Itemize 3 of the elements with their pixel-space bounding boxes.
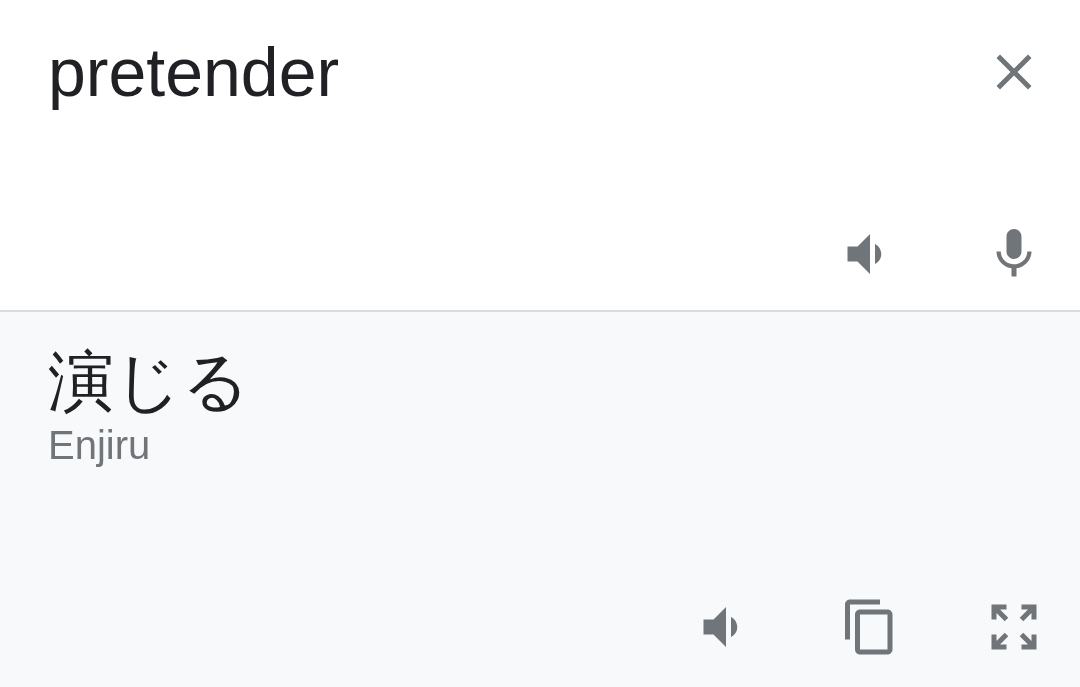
romanization-text: Enjiru — [48, 423, 151, 469]
source-text-field[interactable]: pretender — [48, 24, 748, 120]
translation-text: 演じる — [48, 342, 250, 422]
